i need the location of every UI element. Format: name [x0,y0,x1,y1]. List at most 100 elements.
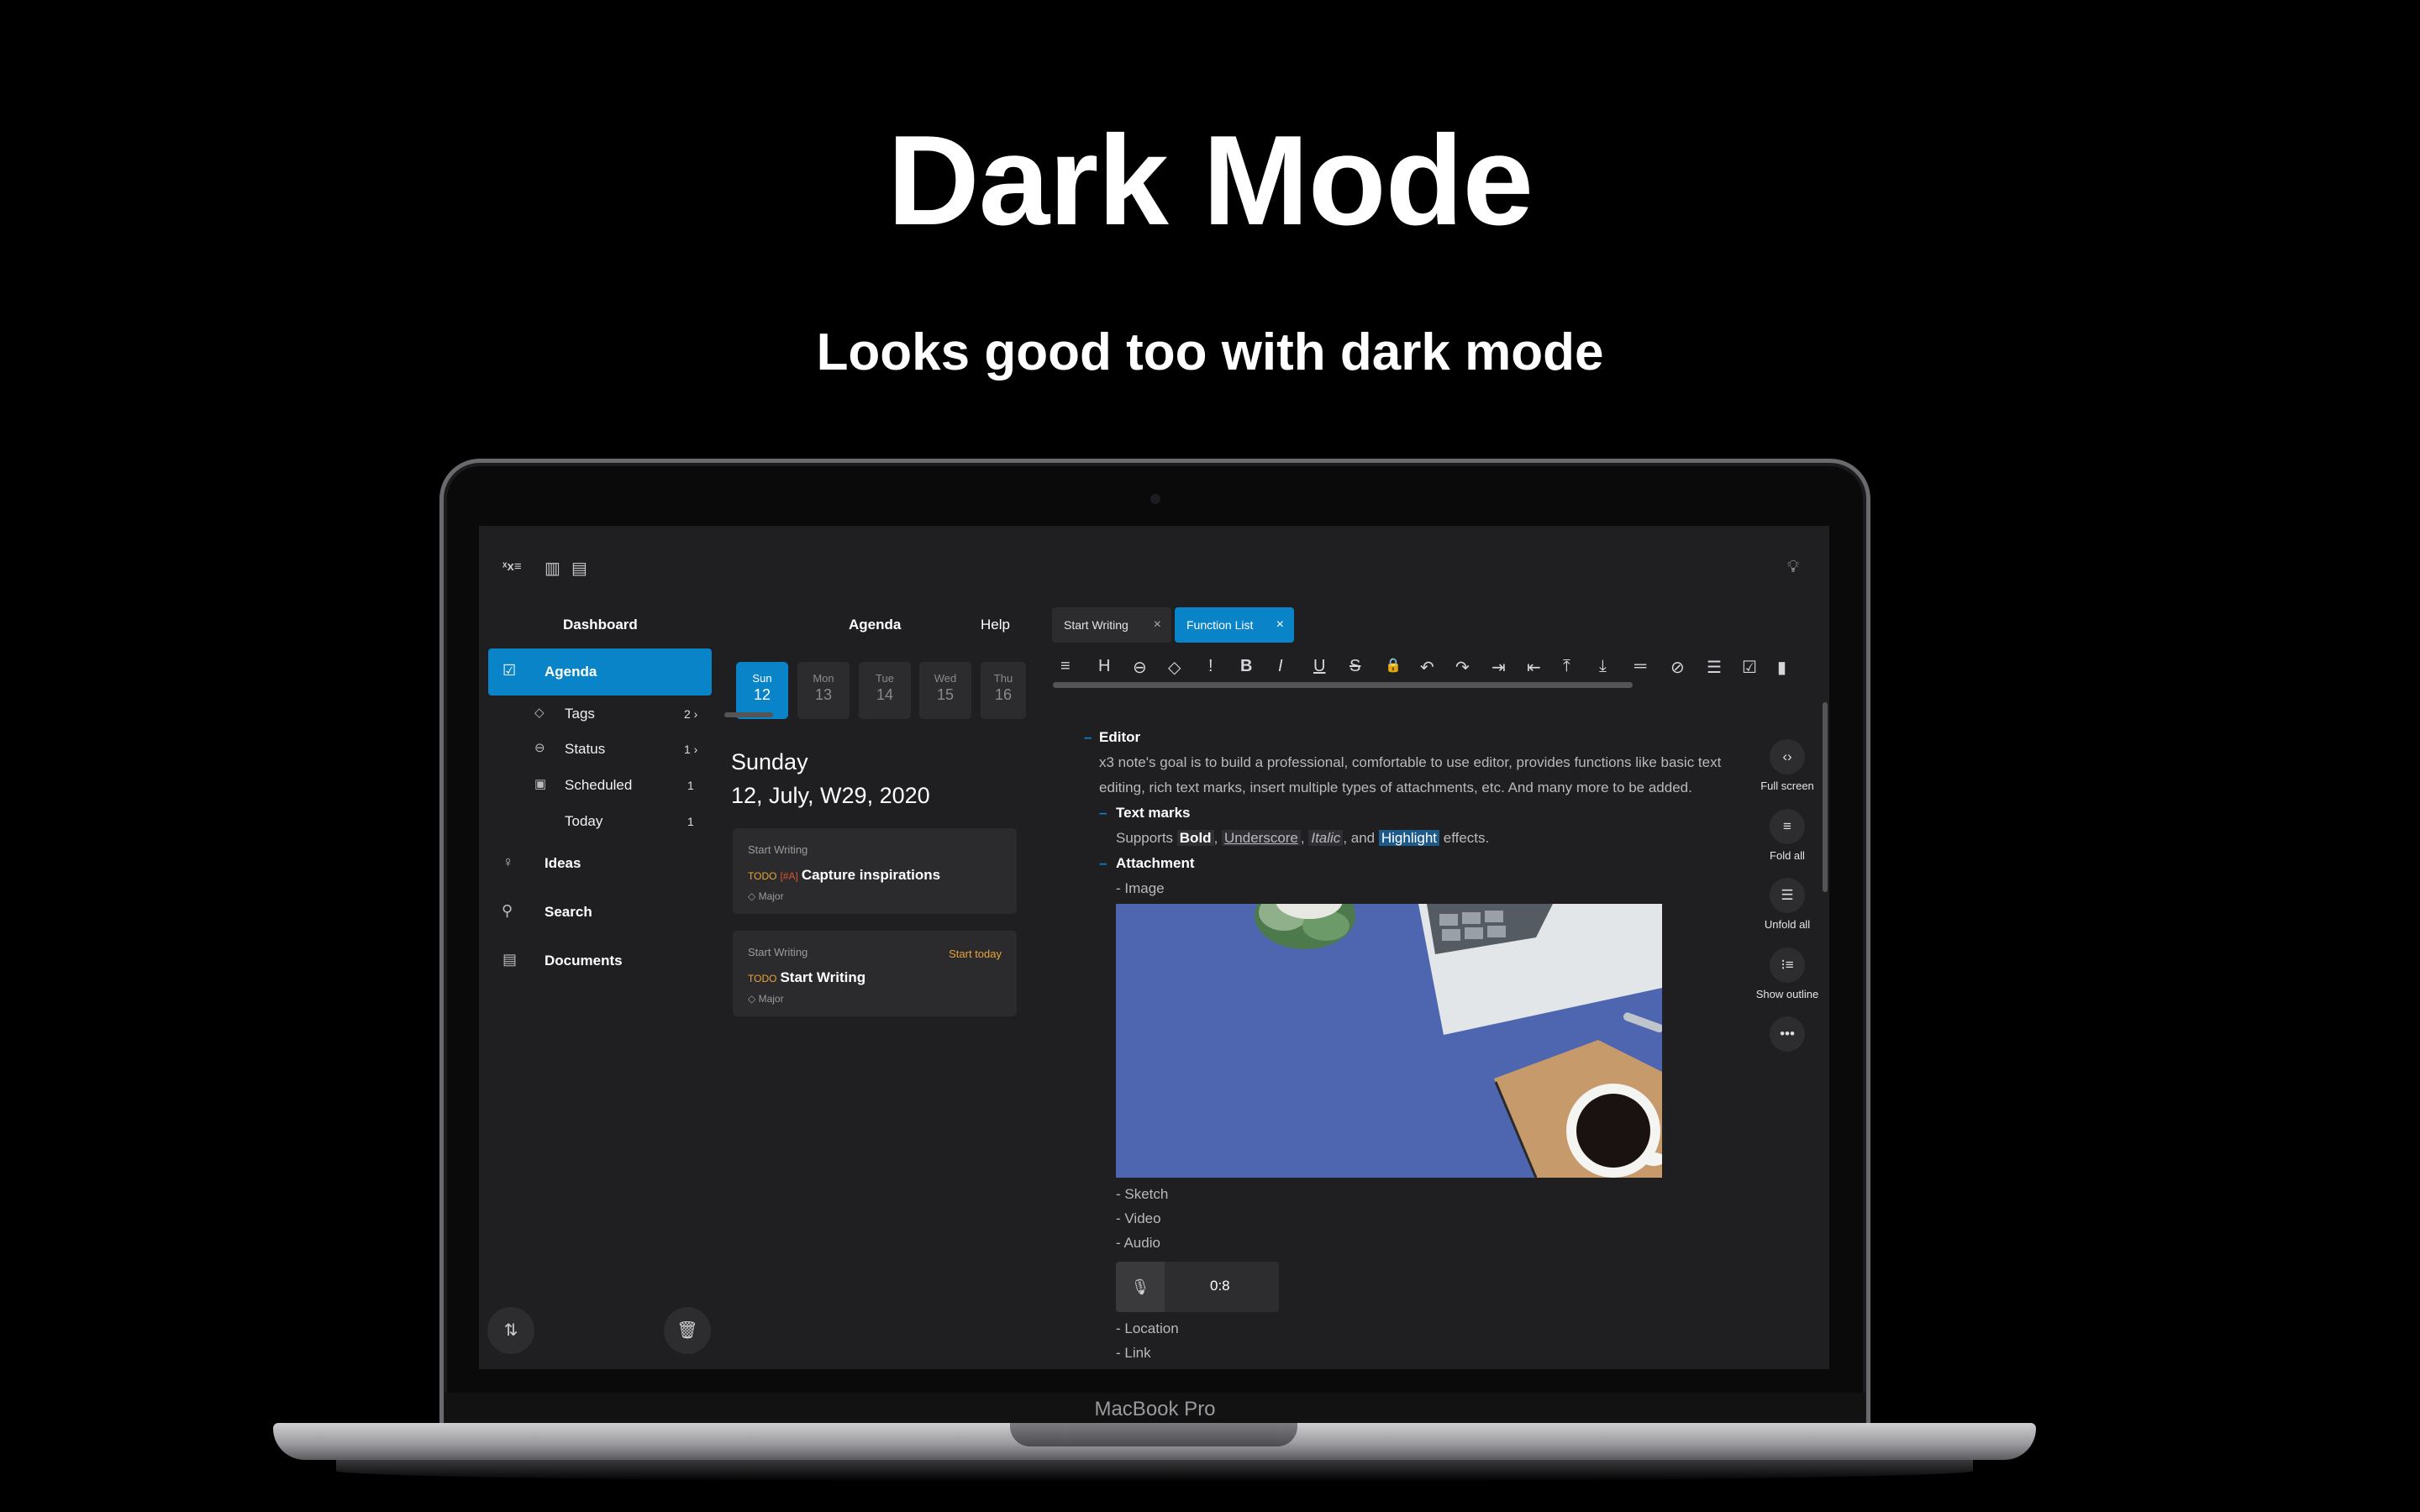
card-tag: ◇ Major [748,890,784,902]
list-icon[interactable]: ☰ [1707,657,1722,678]
fold-marker[interactable]: – [1099,855,1107,872]
status-icon[interactable]: ⊖ [1133,657,1147,678]
app-logo-icon: ˣx≡ [502,559,522,574]
toggle-sidebar-icon[interactable]: ▥ [544,558,560,579]
priority-icon[interactable]: ! [1208,657,1213,676]
checkbox-icon: ☑ [502,662,517,679]
unfold-all-label: Unfold all [1764,918,1811,931]
sidebar-item-ideas[interactable]: Ideas [544,855,581,872]
day-strip-scrollbar[interactable] [724,712,773,717]
sidebar-item-today[interactable]: Today [565,813,602,830]
today-count: 1 [687,815,694,828]
intro-line-1: x3 note's goal is to build a professiona… [1099,754,1722,770]
attached-image[interactable] [1116,904,1662,1178]
checkbox-icon[interactable]: ☑ [1742,657,1757,678]
location-item: - Location [1116,1320,1179,1336]
full-screen-label: Full screen [1760,780,1814,792]
attachment-heading: Attachment [1116,855,1195,871]
italic-icon[interactable]: I [1278,657,1283,676]
tag-icon[interactable]: ◇ [1168,657,1181,678]
lock-icon[interactable]: 🔒 [1385,657,1402,674]
strikethrough-icon[interactable]: S [1349,657,1360,676]
agenda-card[interactable]: Start Writing TODO [#A] Capture inspiratio… [733,828,1017,914]
settings-button[interactable]: ⇅ [487,1307,534,1354]
image-item: - Image [1116,880,1165,896]
move-up-icon[interactable]: ⤒ [1563,657,1570,676]
audio-player[interactable]: 🎙︎ 0:8 [1116,1262,1279,1312]
desk-photo [1116,904,1662,1178]
search-icon: ⚲ [502,902,513,919]
laptop-base-shadow [336,1460,1973,1482]
lightbulb-icon[interactable]: 💡︎ [1787,558,1799,577]
editor-scrollbar[interactable] [1823,702,1828,892]
tab-start-writing[interactable]: Start Writing × [1052,607,1171,643]
card-tag: ◇ Major [748,993,784,1005]
more-icon[interactable]: ▮ [1777,657,1786,678]
heading-icon[interactable]: H [1098,657,1110,676]
hero-title: Dark Mode [886,109,1534,252]
day-thu[interactable]: Thu 16 [981,662,1026,719]
fold-marker[interactable]: – [1084,729,1092,746]
day-sun[interactable]: Sun 12 [736,662,788,719]
tag-icon: ◇ [748,890,756,902]
tag-icon: ◇ [748,993,756,1005]
toolbar-scrollbar[interactable] [1053,682,1633,688]
sidebar-item-agenda-label[interactable]: Agenda [544,664,597,680]
intro-line-2: editing, rich text marks, insert multipl… [1099,780,1692,795]
bold-icon[interactable]: B [1240,657,1252,676]
day-wed[interactable]: Wed 15 [919,662,971,719]
expand-icon[interactable]: ‹› [1770,739,1805,774]
sidebar-item-tags[interactable]: Tags [565,706,595,722]
device-brand: MacBook Pro [1094,1398,1216,1420]
sidebar-item-scheduled[interactable]: Scheduled [565,777,632,794]
link-item: - Link [1116,1345,1151,1361]
card-source: Start Writing [748,946,808,958]
app-screen: ˣx≡ ▥ ▤ 💡︎ Dashboard ☑ Agenda ◇ Tags 2 ›… [479,526,1829,1369]
editor-heading: Editor [1099,729,1141,745]
toggle-list-icon[interactable]: ▤ [571,558,587,579]
redo-icon[interactable]: ↷ [1455,657,1470,678]
move-down-icon[interactable]: ⤓ [1599,657,1607,676]
undo-icon[interactable]: ↶ [1420,657,1434,678]
show-outline-label: Show outline [1755,988,1819,1000]
day-mon[interactable]: Mon 13 [797,662,850,719]
card-title: TODO [#A] Capture inspirations [748,867,941,883]
audio-item: - Audio [1116,1235,1160,1251]
more-icon[interactable]: ••• [1770,1016,1805,1052]
document-icon: ▤ [502,951,518,968]
align-icon[interactable]: ≡ [1060,657,1071,676]
close-icon[interactable]: × [1276,607,1284,643]
scheduled-count: 1 [687,779,694,792]
agenda-heading: Agenda [849,617,902,633]
microphone-icon[interactable]: 🎙︎ [1116,1262,1165,1312]
sidebar-item-status[interactable]: Status [565,741,605,758]
indent-icon[interactable]: ⇥ [1491,657,1506,678]
fold-marker[interactable]: – [1099,805,1107,822]
divider-icon[interactable]: ═ [1634,657,1646,676]
sidebar-item-documents[interactable]: Documents [544,953,623,969]
date-title: 12, July, W29, 2020 [731,783,930,808]
weekday-title: Sunday [731,749,808,774]
sketch-item: - Sketch [1116,1186,1169,1202]
trash-button[interactable]: 🗑︎ [664,1307,711,1354]
day-tue[interactable]: Tue 14 [859,662,911,719]
agenda-card[interactable]: Start Writing Start today TODO Start Writ… [733,931,1017,1016]
fold-all-label: Fold all [1770,849,1805,862]
hero-subtitle: Looks good too with dark mode [816,323,1604,381]
audio-duration: 0:8 [1210,1278,1230,1294]
laptop-notch [1010,1423,1297,1446]
sidebar-heading: Dashboard [563,617,638,633]
sidebar-item-search[interactable]: Search [544,904,592,921]
code-icon[interactable]: ⊘ [1670,657,1685,678]
outline-icon[interactable]: ⁝≡ [1770,948,1805,983]
fold-icon[interactable]: ≡ [1770,809,1805,844]
underline-icon[interactable]: U [1313,657,1325,676]
tab-function-list[interactable]: Function List × [1175,607,1294,643]
tag-icon: ◇ [534,706,544,720]
close-icon[interactable]: × [1154,607,1161,643]
card-title: TODO Start Writing [748,969,866,985]
unfold-icon[interactable]: ☰ [1770,878,1805,913]
outdent-icon[interactable]: ⇤ [1527,657,1541,678]
help-link[interactable]: Help [981,617,1010,633]
sidebar-item-agenda[interactable] [488,648,712,696]
